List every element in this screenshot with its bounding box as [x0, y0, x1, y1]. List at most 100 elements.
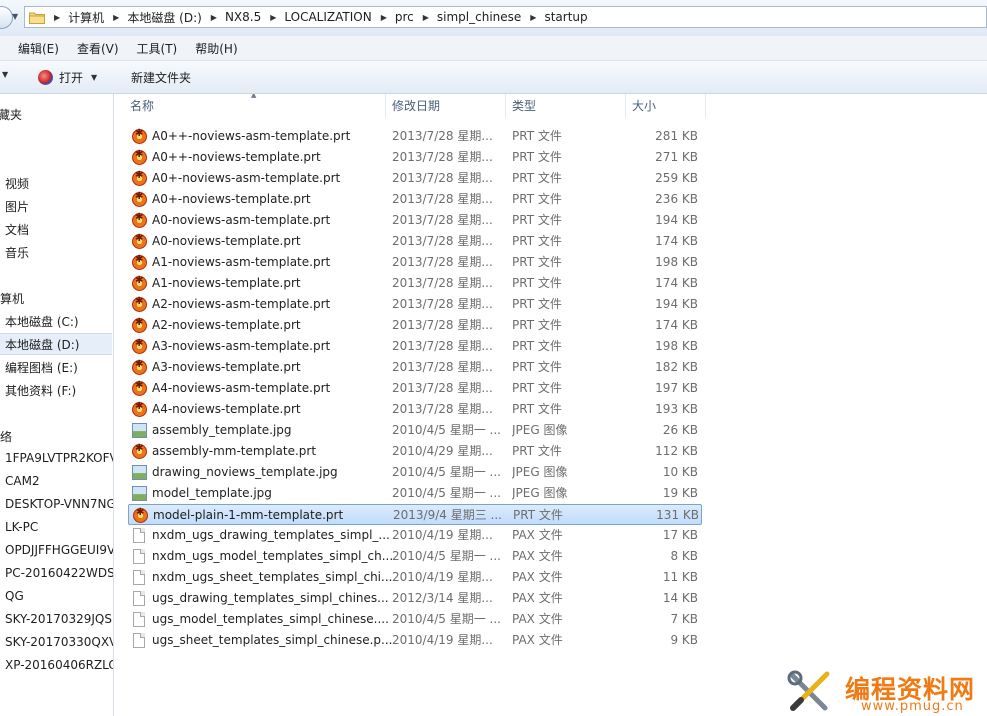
navigation-pane: 收藏夹 库 视频 图片 文档 音乐 计算机 本地磁盘 (C:) 本地磁盘 (D:…	[0, 94, 114, 716]
prt-file-icon	[132, 212, 147, 228]
breadcrumb-separator-icon[interactable]: ▶	[381, 13, 387, 22]
column-header-size[interactable]: 大小	[626, 94, 706, 118]
file-row[interactable]: A2-noviews-template.prt 2013/7/28 星期... PR…	[128, 315, 702, 336]
nav-network-item[interactable]: XP-20160406RZLO	[5, 658, 113, 672]
file-row[interactable]: A0-noviews-asm-template.prt 2013/7/28 星期.…	[128, 210, 702, 231]
column-header-name[interactable]: 名称	[124, 94, 386, 118]
file-size: 182 KB	[655, 360, 698, 374]
menu-help[interactable]: 帮助(H)	[195, 40, 237, 57]
file-row[interactable]: model-plain-1-mm-template.prt 2013/9/4 星期…	[128, 504, 702, 525]
breadcrumb-item[interactable]: ▶ startup	[521, 10, 587, 24]
file-type: PRT 文件	[512, 360, 562, 374]
nav-library-music[interactable]: 音乐	[5, 244, 29, 261]
prt-file-icon	[133, 507, 148, 523]
file-row[interactable]: model_template.jpg 2010/4/5 星期一 ... JPEG 图…	[128, 483, 702, 504]
nav-network-item[interactable]: SKY-20170329JQS	[5, 612, 112, 626]
document-file-icon	[133, 612, 145, 627]
file-type: PRT 文件	[512, 255, 562, 269]
breadcrumb-separator-icon[interactable]: ▶	[423, 13, 429, 22]
nav-network-item[interactable]: SKY-20170330QXV	[5, 635, 113, 649]
file-row[interactable]: A0-noviews-template.prt 2013/7/28 星期... PR…	[128, 231, 702, 252]
breadcrumb-separator-icon[interactable]: ▶	[54, 13, 60, 22]
file-row[interactable]: A2-noviews-asm-template.prt 2013/7/28 星期.…	[128, 294, 702, 315]
breadcrumb-item[interactable]: ▶ prc	[372, 10, 414, 24]
nav-drive-e[interactable]: 编程图档 (E:)	[5, 359, 78, 376]
nav-favorites[interactable]: 收藏夹	[0, 106, 22, 123]
file-list: ▲ 名称 修改日期 类型 大小 A0++-noviews-asm-templat…	[114, 94, 987, 716]
breadcrumb-item[interactable]: ▶ simpl_chinese	[414, 10, 522, 24]
open-button[interactable]: 打开 ▼	[38, 67, 97, 87]
document-file-icon	[133, 528, 145, 543]
breadcrumb-item[interactable]: ▶ 本地磁盘 (D:)	[104, 9, 202, 26]
file-row[interactable]: A1-noviews-asm-template.prt 2013/7/28 星期.…	[128, 252, 702, 273]
breadcrumb-item[interactable]: ▶ NX8.5	[202, 10, 261, 24]
breadcrumb[interactable]: ▶ 计算机 ▶ 本地磁盘 (D:) ▶ NX8.5 ▶ LOCALIZATION ▶ pr…	[24, 6, 987, 28]
file-name: A4-noviews-template.prt	[152, 402, 301, 416]
nav-computer[interactable]: 计算机	[0, 290, 24, 307]
organize-dropdown-icon[interactable]: ▼	[2, 70, 8, 79]
image-file-icon	[132, 423, 147, 438]
file-row[interactable]: A0++-noviews-template.prt 2013/7/28 星期...…	[128, 147, 702, 168]
file-row[interactable]: nxdm_ugs_sheet_templates_simpl_chi... 201…	[128, 567, 702, 588]
file-row[interactable]: A3-noviews-asm-template.prt 2013/7/28 星期.…	[128, 336, 702, 357]
nav-network-item[interactable]: CAM2	[5, 474, 40, 488]
file-row[interactable]: A0+-noviews-template.prt 2013/7/28 星期... P…	[128, 189, 702, 210]
file-type: PAX 文件	[512, 528, 563, 542]
file-row[interactable]: assembly_template.jpg 2010/4/5 星期一 ... JPE…	[128, 420, 702, 441]
nav-network-item[interactable]: PC-20160422WDS	[5, 566, 113, 580]
nav-network-item[interactable]: LK-PC	[5, 520, 38, 534]
new-folder-button[interactable]: 新建文件夹	[131, 69, 191, 86]
file-type: PAX 文件	[512, 570, 563, 584]
nav-network-item[interactable]: DESKTOP-VNN7NG	[5, 497, 113, 511]
nav-library-pictures[interactable]: 图片	[5, 198, 29, 215]
breadcrumb-item[interactable]: ▶ LOCALIZATION	[261, 10, 371, 24]
file-size: 17 KB	[662, 528, 698, 542]
breadcrumb-separator-icon[interactable]: ▶	[530, 13, 536, 22]
nav-drive-d[interactable]: 本地磁盘 (D:)	[5, 336, 79, 353]
menu-tools[interactable]: 工具(T)	[137, 40, 178, 57]
nav-drive-c[interactable]: 本地磁盘 (C:)	[5, 313, 79, 330]
nav-network[interactable]: 网络	[0, 428, 12, 445]
chevron-down-icon[interactable]: ▼	[91, 73, 97, 82]
file-modified-date: 2010/4/19 星期...	[392, 633, 493, 647]
nav-network-item[interactable]: 1FPA9LVTPR2KOFV	[5, 451, 113, 465]
nav-network-item[interactable]: OPDJJFFHGGEUI9V	[5, 543, 113, 557]
file-row[interactable]: A1-noviews-template.prt 2013/7/28 星期... PR…	[128, 273, 702, 294]
file-row[interactable]: nxdm_ugs_model_templates_simpl_ch... 2010…	[128, 546, 702, 567]
file-row[interactable]: nxdm_ugs_drawing_templates_simpl_... 2010…	[128, 525, 702, 546]
recent-pages-dropdown-icon[interactable]: ▼	[12, 8, 22, 26]
file-row[interactable]: ugs_model_templates_simpl_chinese.... 201…	[128, 609, 702, 630]
file-type: PRT 文件	[513, 508, 563, 522]
file-row[interactable]: drawing_noviews_template.jpg 2010/4/5 星期一…	[128, 462, 702, 483]
file-row[interactable]: A0+-noviews-asm-template.prt 2013/7/28 星期…	[128, 168, 702, 189]
file-size: 131 KB	[656, 508, 699, 522]
document-file-icon	[133, 633, 145, 648]
nav-library-documents[interactable]: 文档	[5, 221, 29, 238]
nav-library-videos[interactable]: 视频	[5, 175, 29, 192]
file-row[interactable]: A3-noviews-template.prt 2013/7/28 星期... PR…	[128, 357, 702, 378]
nav-network-item[interactable]: QG	[5, 589, 24, 603]
image-file-icon	[132, 486, 147, 501]
file-row[interactable]: assembly-mm-template.prt 2010/4/29 星期... P…	[128, 441, 702, 462]
menu-view[interactable]: 查看(V)	[77, 40, 119, 57]
file-modified-date: 2010/4/5 星期一 ...	[392, 612, 501, 626]
breadcrumb-item[interactable]: ▶ 计算机	[45, 9, 104, 26]
file-modified-date: 2013/7/28 星期...	[392, 381, 493, 395]
nav-drive-f[interactable]: 其他资料 (F:)	[5, 382, 76, 399]
breadcrumb-separator-icon[interactable]: ▶	[211, 13, 217, 22]
breadcrumb-separator-icon[interactable]: ▶	[270, 13, 276, 22]
file-row[interactable]: A4-noviews-asm-template.prt 2013/7/28 星期.…	[128, 378, 702, 399]
file-row[interactable]: A0++-noviews-asm-template.prt 2013/7/28 星…	[128, 126, 702, 147]
file-name: model-plain-1-mm-template.prt	[153, 508, 344, 522]
file-row[interactable]: ugs_drawing_templates_simpl_chines... 201…	[128, 588, 702, 609]
file-row[interactable]: A4-noviews-template.prt 2013/7/28 星期... PR…	[128, 399, 702, 420]
file-modified-date: 2013/7/28 星期...	[392, 234, 493, 248]
column-header-date[interactable]: 修改日期	[386, 94, 506, 118]
document-file-icon	[133, 549, 145, 564]
menu-edit[interactable]: 编辑(E)	[18, 40, 59, 57]
file-type: JPEG 图像	[512, 486, 568, 500]
breadcrumb-separator-icon[interactable]: ▶	[113, 13, 119, 22]
file-type: PRT 文件	[512, 171, 562, 185]
column-header-type[interactable]: 类型	[506, 94, 626, 118]
file-row[interactable]: ugs_sheet_templates_simpl_chinese.p... 20…	[128, 630, 702, 651]
